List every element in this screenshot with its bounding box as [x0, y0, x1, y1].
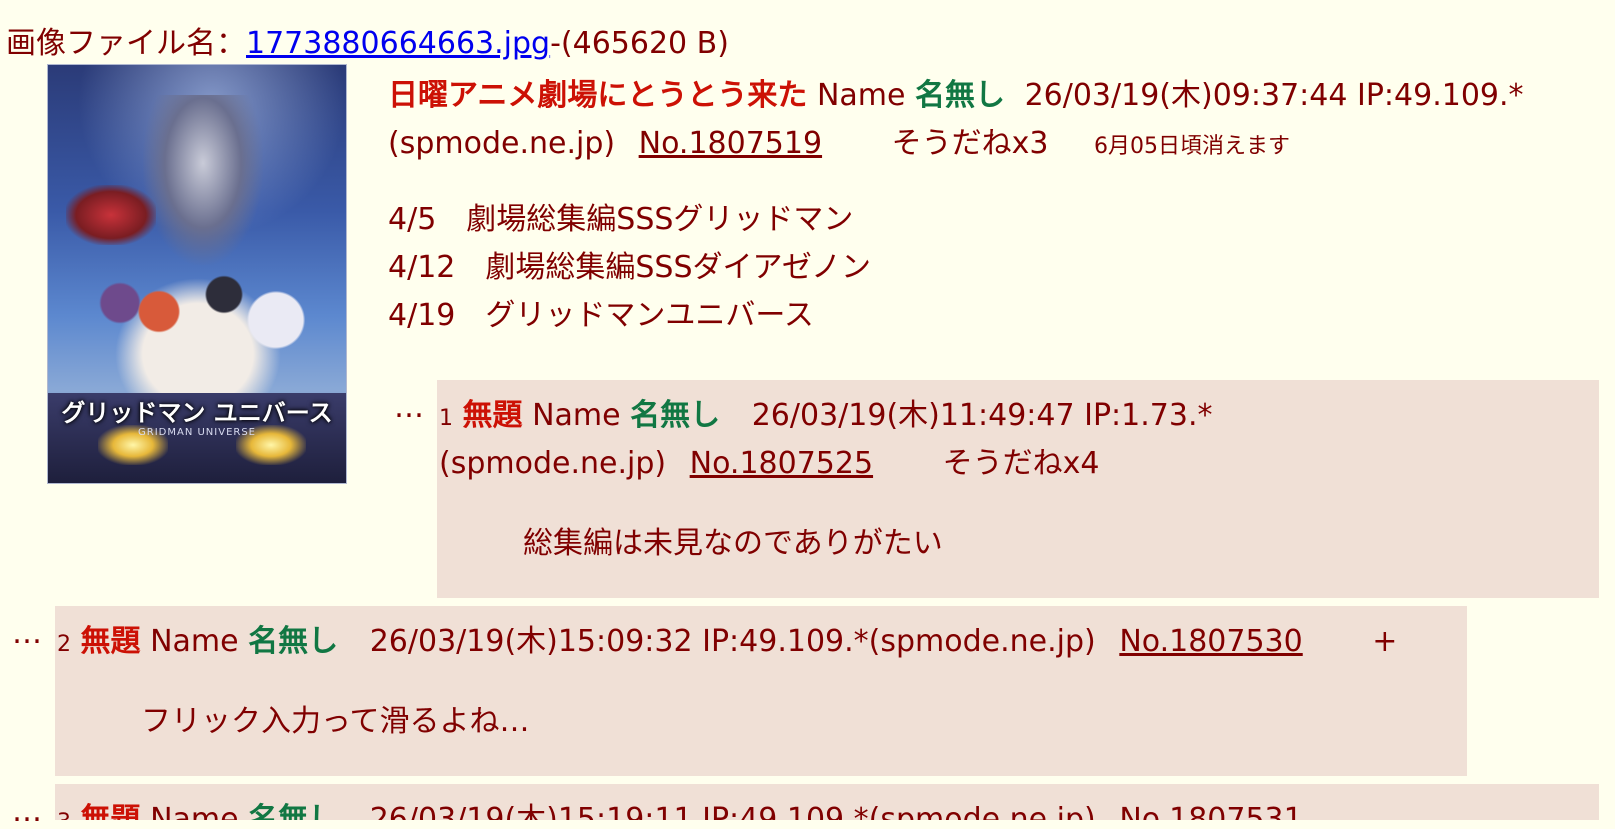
reply-2: 2 無題 Name 名無し 26/03/19(木)15:09:32 IP:49.…: [55, 606, 1467, 776]
op-body-line: 4/19 グリッドマンユニバース: [388, 298, 814, 333]
op-name: 名無し: [915, 78, 1006, 113]
file-label: 画像ファイル名：: [6, 26, 246, 61]
file-info-line: 画像ファイル名：1773880664663.jpg-(465620 B): [6, 18, 729, 62]
reply-soudane-button[interactable]: そうだねx4: [943, 446, 1100, 481]
op-header-line1: 日曜アニメ劇場にとうとう来た Name 名無し 26/03/19(木)09:37…: [388, 70, 1524, 114]
reply-marker: …: [12, 616, 42, 651]
op-soudane-button[interactable]: そうだねx3: [892, 126, 1049, 161]
reply-post-number[interactable]: No.1807531: [1119, 802, 1302, 820]
reply-name: 名無し: [248, 624, 339, 659]
reply-header-line1: 2 無題 Name 名無し 26/03/19(木)15:09:32 IP:49.…: [57, 616, 1397, 660]
reply-name: 名無し: [248, 802, 339, 820]
reply-3: 3 無題 Name 名無し 26/03/19(木)15:19:11 IP:49.…: [55, 784, 1599, 820]
op-post-number[interactable]: No.1807519: [639, 126, 822, 161]
op-body-line: 4/5 劇場総集編SSSグリッドマン: [388, 202, 854, 237]
op-subject: 日曜アニメ劇場にとうとう来た: [388, 78, 808, 113]
reply-name-label: Name: [150, 802, 239, 820]
reply-index: 3: [57, 810, 71, 820]
reply-header-line1: 1 無題 Name 名無し 26/03/19(木)11:49:47 IP:1.7…: [439, 390, 1213, 434]
reply-marker: …: [394, 390, 424, 425]
op-expire-notice: 6月05日頃消えます: [1094, 134, 1290, 159]
thumb-subtitle-logo: GRIDMAN UNIVERSE: [138, 427, 256, 438]
reply-1: 1 無題 Name 名無し 26/03/19(木)11:49:47 IP:1.7…: [437, 380, 1599, 598]
reply-datetime: 26/03/19(木)15:09:32 IP:49.109.*(spmode.n…: [369, 624, 1096, 659]
reply-plus-button[interactable]: +: [1372, 624, 1397, 659]
thumb-characters: [68, 235, 328, 405]
op-datetime: 26/03/19(木)09:37:44 IP:49.109.*: [1024, 78, 1524, 113]
thread-thumbnail-image[interactable]: グリッドマン ユニバース GRIDMAN UNIVERSE: [47, 64, 347, 484]
reply-index: 2: [57, 632, 71, 657]
file-size: -(465620 B): [550, 26, 729, 61]
reply-post-number[interactable]: No.1807530: [1119, 624, 1302, 659]
reply-body: フリック入力って滑るよね…: [141, 704, 530, 739]
op-host: (spmode.ne.jp): [388, 126, 616, 161]
reply-subject: 無題: [80, 624, 141, 659]
thumb-title-logo: グリッドマン ユニバース: [61, 399, 333, 427]
reply-name: 名無し: [630, 398, 721, 433]
reply-header-line1: 3 無題 Name 名無し 26/03/19(木)15:19:11 IP:49.…: [57, 794, 1303, 820]
reply-index: 1: [439, 406, 453, 431]
reply-subject: 無題: [80, 802, 141, 820]
image-file-link[interactable]: 1773880664663.jpg: [246, 26, 550, 61]
reply-datetime: 26/03/19(木)15:19:11 IP:49.109.*(spmode.n…: [369, 802, 1096, 820]
reply-name-label: Name: [532, 398, 621, 433]
op-header-line2: (spmode.ne.jp) No.1807519 そうだねx3 6月05日頃消…: [388, 118, 1290, 162]
reply-subject: 無題: [462, 398, 523, 433]
reply-datetime: 26/03/19(木)11:49:47 IP:1.73.*: [751, 398, 1213, 433]
reply-post-number[interactable]: No.1807525: [690, 446, 873, 481]
reply-body: 総集編は未見なのでありがたい: [523, 526, 943, 561]
op-body-line: 4/12 劇場総集編SSSダイアゼノン: [388, 250, 871, 285]
op-name-label: Name: [816, 78, 906, 113]
reply-host: (spmode.ne.jp): [439, 446, 667, 481]
reply-name-label: Name: [150, 624, 239, 659]
op-body: 4/5 劇場総集編SSSグリッドマン 4/12 劇場総集編SSSダイアゼノン 4…: [388, 196, 871, 340]
reply-marker: …: [12, 794, 42, 829]
reply-header-line2: (spmode.ne.jp) No.1807525 そうだねx4: [439, 438, 1099, 482]
